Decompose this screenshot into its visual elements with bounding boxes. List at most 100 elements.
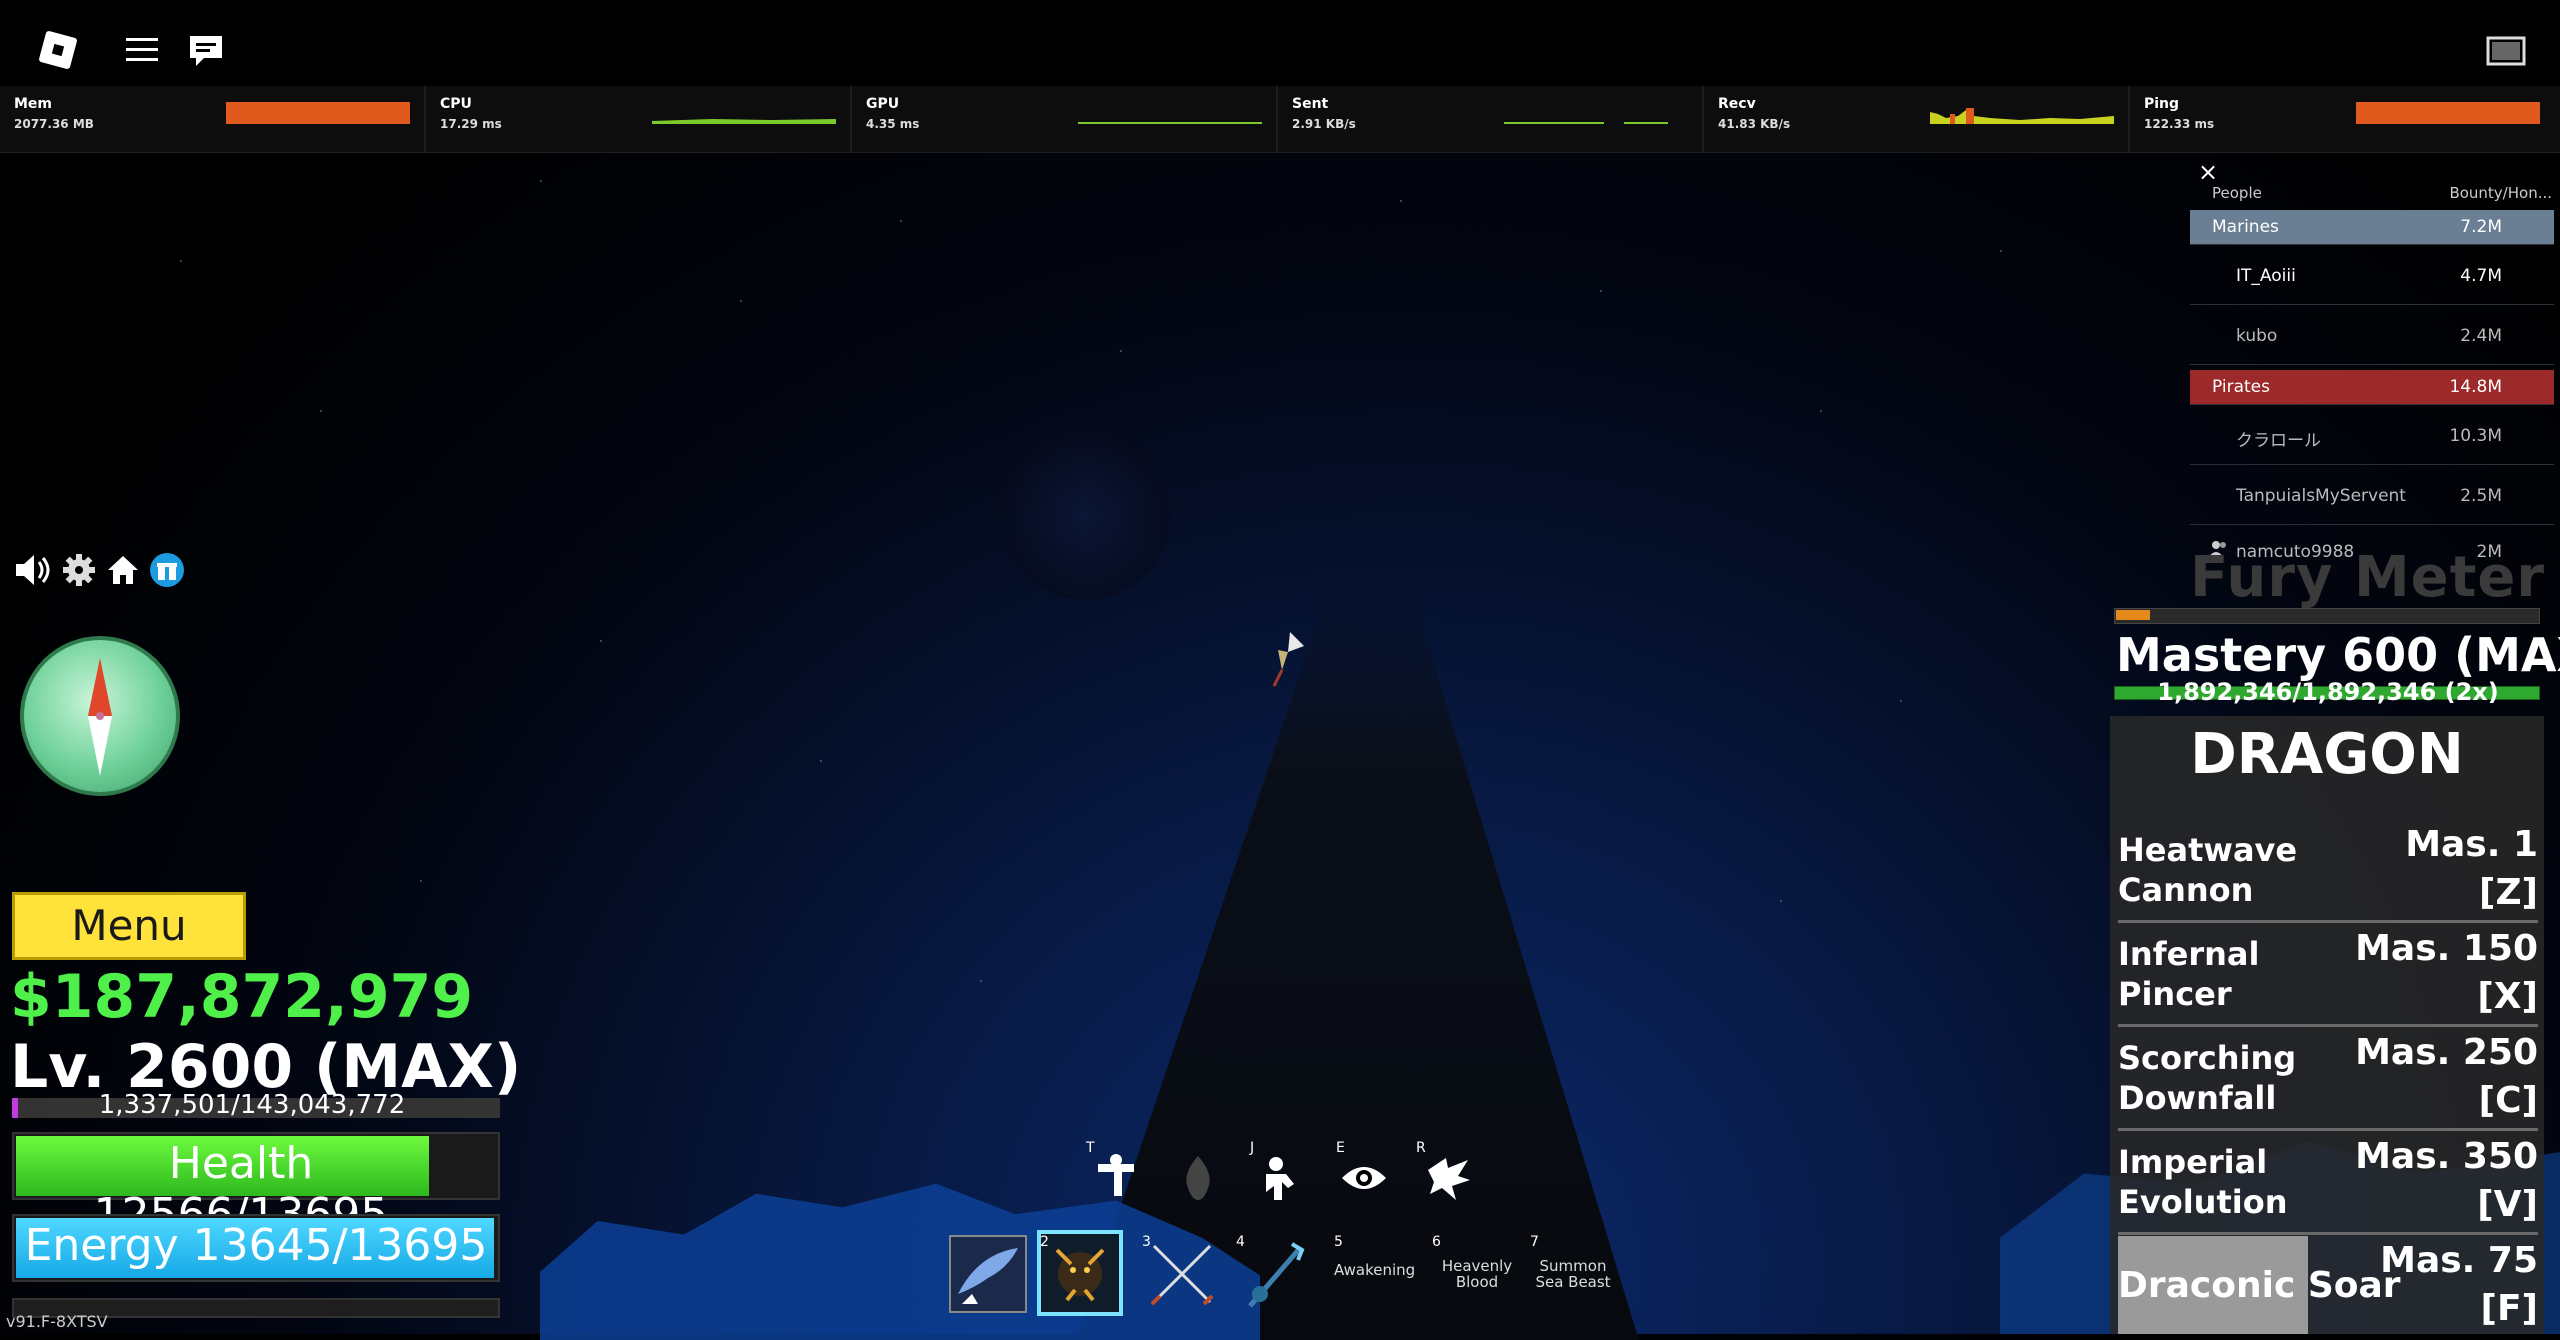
mastery-xp: 1,892,346/1,892,346 (2x) <box>2157 678 2499 706</box>
blue-dragon-fruit-icon <box>949 1235 1027 1313</box>
speaker-icon[interactable] <box>14 552 52 588</box>
skill-mastery: Mas. 150 <box>2355 928 2538 969</box>
player-name: クラロール <box>2236 431 2321 451</box>
crossed-swords-icon <box>1150 1244 1214 1306</box>
hamburger-menu-icon[interactable] <box>120 28 164 72</box>
skill-c[interactable]: Scorching Downfall Mas. 250 [C] <box>2118 1028 2538 1131</box>
compass-needle-icon <box>88 658 112 776</box>
skill-key: [X] <box>2477 976 2538 1017</box>
slot-number: 4 <box>1236 1234 1245 1250</box>
skill-name: Infernal Pincer <box>2118 935 2260 1013</box>
fruit-name: DRAGON <box>2190 722 2464 787</box>
hotbar-slot-3[interactable]: 3 <box>1142 1234 1222 1314</box>
skill-f[interactable]: Draconic Soar Mas. 75 [F] <box>2118 1236 2538 1334</box>
ability-key: J <box>1250 1140 1255 1156</box>
ability-strength[interactable]: T <box>1086 1140 1144 1206</box>
close-icon[interactable]: × <box>2198 158 2218 186</box>
version-label: v91.F-8XTSV <box>6 1312 108 1331</box>
race-icon <box>1428 1158 1470 1200</box>
eye-icon <box>1342 1167 1386 1189</box>
stat-value: 41.83 KB/s <box>1718 117 1791 131</box>
skill-key: [Z] <box>2478 872 2538 913</box>
skill-v[interactable]: Imperial Evolution Mas. 350 [V] <box>2118 1132 2538 1235</box>
player-name: kubo <box>2236 326 2278 346</box>
stat-graph <box>226 102 410 124</box>
stat-label: Mem <box>14 96 53 112</box>
compass <box>20 636 180 796</box>
skill-key: [C] <box>2478 1080 2538 1121</box>
dragon-fruit-icon <box>1037 1230 1123 1316</box>
skill-x[interactable]: Infernal Pincer Mas. 150 [X] <box>2118 924 2538 1027</box>
moon <box>1000 430 1170 600</box>
top-bar <box>0 0 2560 86</box>
dash-icon <box>1266 1157 1294 1200</box>
leaderboard-row[interactable]: TanpuialsMyServent 2.5M <box>2190 466 2554 525</box>
stat-graph <box>652 119 836 124</box>
mastery-title: Mastery 600 (MAX) <box>2116 628 2560 682</box>
skill-key: [F] <box>2480 1288 2539 1329</box>
stat-value: 17.29 ms <box>440 117 502 131</box>
hotbar-slot-4[interactable]: 4 <box>1236 1234 1316 1314</box>
player-bounty: 10.3M <box>2449 426 2502 446</box>
hotbar-slot-1[interactable] <box>948 1234 1028 1314</box>
energy-text: Energy 13645/13695 <box>24 1220 488 1271</box>
fury-meter-bar <box>2114 608 2540 624</box>
stat-graph <box>2356 102 2540 124</box>
stat-recv: Recv 41.83 KB/s <box>1704 86 2130 152</box>
stat-graph <box>1930 108 2114 124</box>
gift-icon[interactable] <box>148 552 186 588</box>
slot-label: Heavenly Blood <box>1441 1257 1513 1291</box>
stat-value: 4.35 ms <box>866 117 920 131</box>
flame-icon <box>1186 1156 1210 1200</box>
team-row-marines[interactable]: Marines 7.2M <box>2190 210 2554 245</box>
gear-icon[interactable] <box>60 552 98 588</box>
player-bounty: 4.7M <box>2460 266 2502 286</box>
slot-number: 3 <box>1142 1234 1151 1250</box>
slot-number: 5 <box>1334 1234 1343 1250</box>
player-character <box>1272 632 1304 687</box>
skill-mastery: Mas. 75 <box>2380 1240 2538 1281</box>
trident-icon <box>1248 1242 1305 1308</box>
ability-key: R <box>1416 1140 1426 1156</box>
stat-cpu: CPU 17.29 ms <box>426 86 852 152</box>
player-bounty: 2.4M <box>2460 326 2502 346</box>
player-name: IT_Aoiii <box>2236 266 2296 286</box>
chat-icon[interactable] <box>184 28 228 72</box>
stat-label: Ping <box>2144 96 2180 112</box>
stat-sent: Sent 2.91 KB/s <box>1278 86 1704 152</box>
player-name: TanpuialsMyServent <box>2236 486 2406 506</box>
slot-label: Summon Sea Beast <box>1535 1257 1611 1291</box>
stat-graph <box>1504 122 1668 124</box>
skill-mastery: Mas. 250 <box>2355 1032 2538 1073</box>
roblox-logo-icon[interactable] <box>36 28 80 72</box>
skill-key: [V] <box>2477 1184 2538 1225</box>
skill-z[interactable]: Heatwave Cannon Mas. 1 [Z] <box>2118 820 2538 923</box>
leaderboard-row[interactable]: クラロール 10.3M <box>2190 406 2554 465</box>
stat-value: 2.91 KB/s <box>1292 117 1356 131</box>
ability-flame[interactable] <box>1170 1150 1226 1206</box>
hotbar-slot-5[interactable]: 5 Awakening <box>1334 1234 1415 1314</box>
stat-value: 122.33 ms <box>2144 117 2215 131</box>
ability-observation[interactable]: E <box>1336 1140 1392 1206</box>
slot-number: 7 <box>1530 1234 1539 1250</box>
leaderboard-header-bounty: Bounty/Hon... <box>2449 184 2552 202</box>
team-row-pirates[interactable]: Pirates 14.8M <box>2190 370 2554 405</box>
team-name: Marines <box>2212 217 2279 237</box>
leaderboard-row[interactable]: IT_Aoiii 4.7M <box>2190 246 2554 305</box>
hotbar-slot-2[interactable]: 2 <box>1037 1230 1123 1316</box>
stat-mem: Mem 2077.36 MB <box>0 86 426 152</box>
money-display: $187,872,979 <box>10 962 474 1032</box>
ability-dash[interactable]: J <box>1250 1140 1308 1206</box>
hotbar-slot-7[interactable]: 7 Summon Sea Beast <box>1530 1234 1611 1314</box>
ability-key: E <box>1336 1140 1345 1156</box>
skill-name: Imperial Evolution <box>2118 1143 2288 1221</box>
menu-button[interactable]: Menu <box>12 892 246 960</box>
leaderboard-row[interactable]: kubo 2.4M <box>2190 306 2554 365</box>
home-icon[interactable] <box>104 552 142 588</box>
backpack-icon[interactable] <box>2484 28 2528 72</box>
skill-name: Draconic Soar <box>2118 1265 2401 1306</box>
player-leaderboard: × People Bounty/Hon... Marines 7.2M IT_A… <box>2190 158 2556 578</box>
hotbar-slot-6[interactable]: 6 Heavenly Blood <box>1432 1234 1512 1314</box>
ability-race[interactable]: R <box>1416 1140 1476 1206</box>
slot-number: 6 <box>1432 1234 1441 1250</box>
